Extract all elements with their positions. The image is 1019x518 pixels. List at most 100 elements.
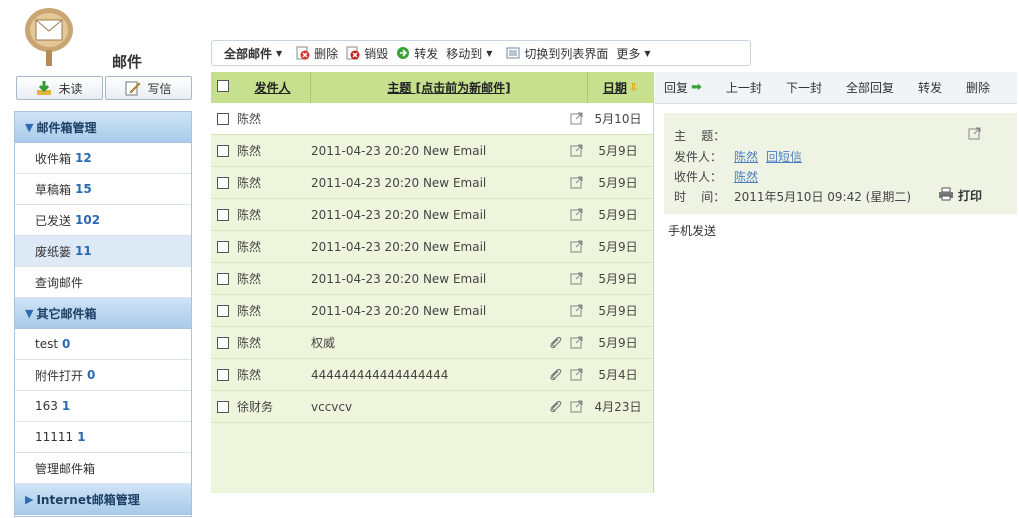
sidebar: 邮件 未读 写信 ▼ 邮件箱管理 收件箱 12 草稿箱 15 已发送 102 废…: [0, 0, 197, 518]
open-external-icon[interactable]: [567, 176, 585, 189]
switch-view-button[interactable]: 切换到列表界面: [506, 45, 608, 62]
mailbox-item-search[interactable]: 查询邮件: [15, 267, 191, 298]
delete-button[interactable]: 删除: [296, 45, 338, 62]
mailbox-count: 1: [77, 430, 86, 444]
mailbox-item-test[interactable]: test 0: [15, 329, 191, 360]
unread-label: 未读: [58, 81, 83, 96]
more-dropdown[interactable]: 更多 ▼: [616, 45, 650, 62]
row-checkbox[interactable]: [217, 208, 229, 221]
subject-column-header[interactable]: 主题 [点击前为新邮件]: [311, 72, 588, 103]
row-subject[interactable]: 2011-04-23 20:20 New Email: [311, 304, 543, 318]
time-label: 时 间：: [674, 190, 726, 204]
paperclip-icon: [543, 368, 567, 381]
sender-column-header[interactable]: 发件人: [235, 72, 311, 103]
reply-button[interactable]: 回复 ➡: [664, 79, 702, 96]
caret-down-icon: ▼: [276, 48, 283, 58]
mail-row[interactable]: 陈然 444444444444444444 5月4日: [211, 359, 653, 391]
mail-row[interactable]: 陈然 权威 5月9日: [211, 327, 653, 359]
compose-label: 写信: [147, 81, 172, 96]
select-all-checkbox[interactable]: [217, 80, 229, 92]
date-column-label: 日期: [602, 81, 627, 95]
mailbox-item-manage[interactable]: 管理邮件箱: [15, 453, 191, 484]
mail-row[interactable]: 陈然 2011-04-23 20:20 New Email 5月9日: [211, 263, 653, 295]
mailbox-item-attachment-open[interactable]: 附件打开 0: [15, 360, 191, 391]
mailbox-item-inbox[interactable]: 收件箱 12: [15, 143, 191, 174]
reader-delete-button[interactable]: 删除: [966, 79, 990, 96]
reply-all-button[interactable]: 全部回复: [846, 79, 894, 96]
print-button[interactable]: 打印: [938, 187, 982, 204]
row-checkbox[interactable]: [217, 400, 229, 413]
section-other-mailboxes[interactable]: ▼ 其它邮件箱: [15, 298, 191, 329]
to-row: 收件人： 陈然: [674, 168, 766, 185]
date-column-header[interactable]: 日期 ⇩: [588, 79, 653, 96]
row-subject[interactable]: 2011-04-23 20:20 New Email: [311, 208, 543, 222]
more-label: 更多: [616, 46, 641, 61]
mail-row[interactable]: 陈然 2011-04-23 20:20 New Email 5月9日: [211, 295, 653, 327]
row-subject[interactable]: 2011-04-23 20:20 New Email: [311, 144, 543, 158]
message-body: 手机发送: [668, 224, 717, 238]
mailbox-item-163[interactable]: 163 1: [15, 391, 191, 422]
open-external-icon[interactable]: [567, 144, 585, 157]
open-external-icon[interactable]: [567, 336, 585, 349]
row-checkbox[interactable]: [217, 144, 229, 157]
mail-row[interactable]: 陈然 2011-04-23 20:20 New Email 5月9日: [211, 231, 653, 263]
row-sender: 陈然: [237, 240, 262, 254]
open-external-icon[interactable]: [567, 400, 585, 413]
all-mail-dropdown[interactable]: 全部邮件 ▼: [224, 45, 282, 62]
list-header: 发件人 主题 [点击前为新邮件] 日期 ⇩: [211, 72, 653, 103]
next-mail-button[interactable]: 下一封: [786, 79, 822, 96]
row-checkbox[interactable]: [217, 368, 229, 381]
open-external-icon[interactable]: [567, 304, 585, 317]
mail-row[interactable]: 陈然 5月10日: [211, 103, 653, 135]
row-date: 5月9日: [598, 336, 638, 350]
section-mailbox-management[interactable]: ▼ 邮件箱管理: [15, 112, 191, 143]
mail-row[interactable]: 陈然 2011-04-23 20:20 New Email 5月9日: [211, 167, 653, 199]
message-header: 主 题： 发件人： 陈然 回短信 收件人： 陈然 时 间： 2011年5月10日…: [664, 113, 1017, 214]
open-external-icon[interactable]: [567, 208, 585, 221]
mailbox-item-trash[interactable]: 废纸篓 11: [15, 236, 191, 267]
prev-mail-button[interactable]: 上一封: [726, 79, 762, 96]
open-external-icon[interactable]: [567, 272, 585, 285]
row-sender: 陈然: [237, 112, 262, 126]
unread-button[interactable]: 未读: [16, 76, 103, 100]
row-date: 5月9日: [598, 240, 638, 254]
row-checkbox[interactable]: [217, 336, 229, 349]
from-link[interactable]: 陈然: [734, 148, 758, 165]
mail-row[interactable]: 陈然 2011-04-23 20:20 New Email 5月9日: [211, 199, 653, 231]
row-subject[interactable]: 权威: [311, 334, 543, 351]
row-checkbox[interactable]: [217, 112, 229, 125]
reader-forward-button[interactable]: 转发: [918, 79, 942, 96]
mailbox-item-sent[interactable]: 已发送 102: [15, 205, 191, 236]
to-link[interactable]: 陈然: [734, 168, 758, 185]
compose-button[interactable]: 写信: [105, 76, 192, 100]
move-to-dropdown[interactable]: 移动到 ▼: [446, 45, 492, 62]
row-checkbox[interactable]: [217, 240, 229, 253]
row-checkbox[interactable]: [217, 272, 229, 285]
open-external-icon[interactable]: [968, 127, 981, 143]
mail-row[interactable]: 陈然 2011-04-23 20:20 New Email 5月9日: [211, 135, 653, 167]
open-external-icon[interactable]: [567, 240, 585, 253]
open-external-icon[interactable]: [567, 112, 585, 125]
pencil-paper-icon: [125, 80, 141, 96]
mailbox-label: 草稿箱: [35, 182, 72, 197]
row-date: 4月23日: [594, 400, 642, 414]
row-checkbox[interactable]: [217, 304, 229, 317]
row-checkbox[interactable]: [217, 176, 229, 189]
forward-button[interactable]: 转发: [396, 45, 438, 62]
row-date: 5月9日: [598, 176, 638, 190]
from-label: 发件人：: [674, 150, 723, 164]
sms-reply-link[interactable]: 回短信: [766, 148, 802, 165]
delete-label: 删除: [314, 46, 339, 61]
section-internet-mailbox[interactable]: ▶ Internet邮箱管理: [15, 484, 191, 515]
row-subject[interactable]: 444444444444444444: [311, 368, 543, 382]
row-subject[interactable]: 2011-04-23 20:20 New Email: [311, 240, 543, 254]
open-external-icon[interactable]: [567, 368, 585, 381]
row-subject[interactable]: 2011-04-23 20:20 New Email: [311, 176, 543, 190]
mailbox-item-11111[interactable]: 11111 1: [15, 422, 191, 453]
destroy-button[interactable]: 销毁: [346, 45, 388, 62]
row-sender: 陈然: [237, 208, 262, 222]
mailbox-item-drafts[interactable]: 草稿箱 15: [15, 174, 191, 205]
row-subject[interactable]: vccvcv: [311, 400, 543, 414]
mail-row[interactable]: 徐财务 vccvcv 4月23日: [211, 391, 653, 423]
row-subject[interactable]: 2011-04-23 20:20 New Email: [311, 272, 543, 286]
